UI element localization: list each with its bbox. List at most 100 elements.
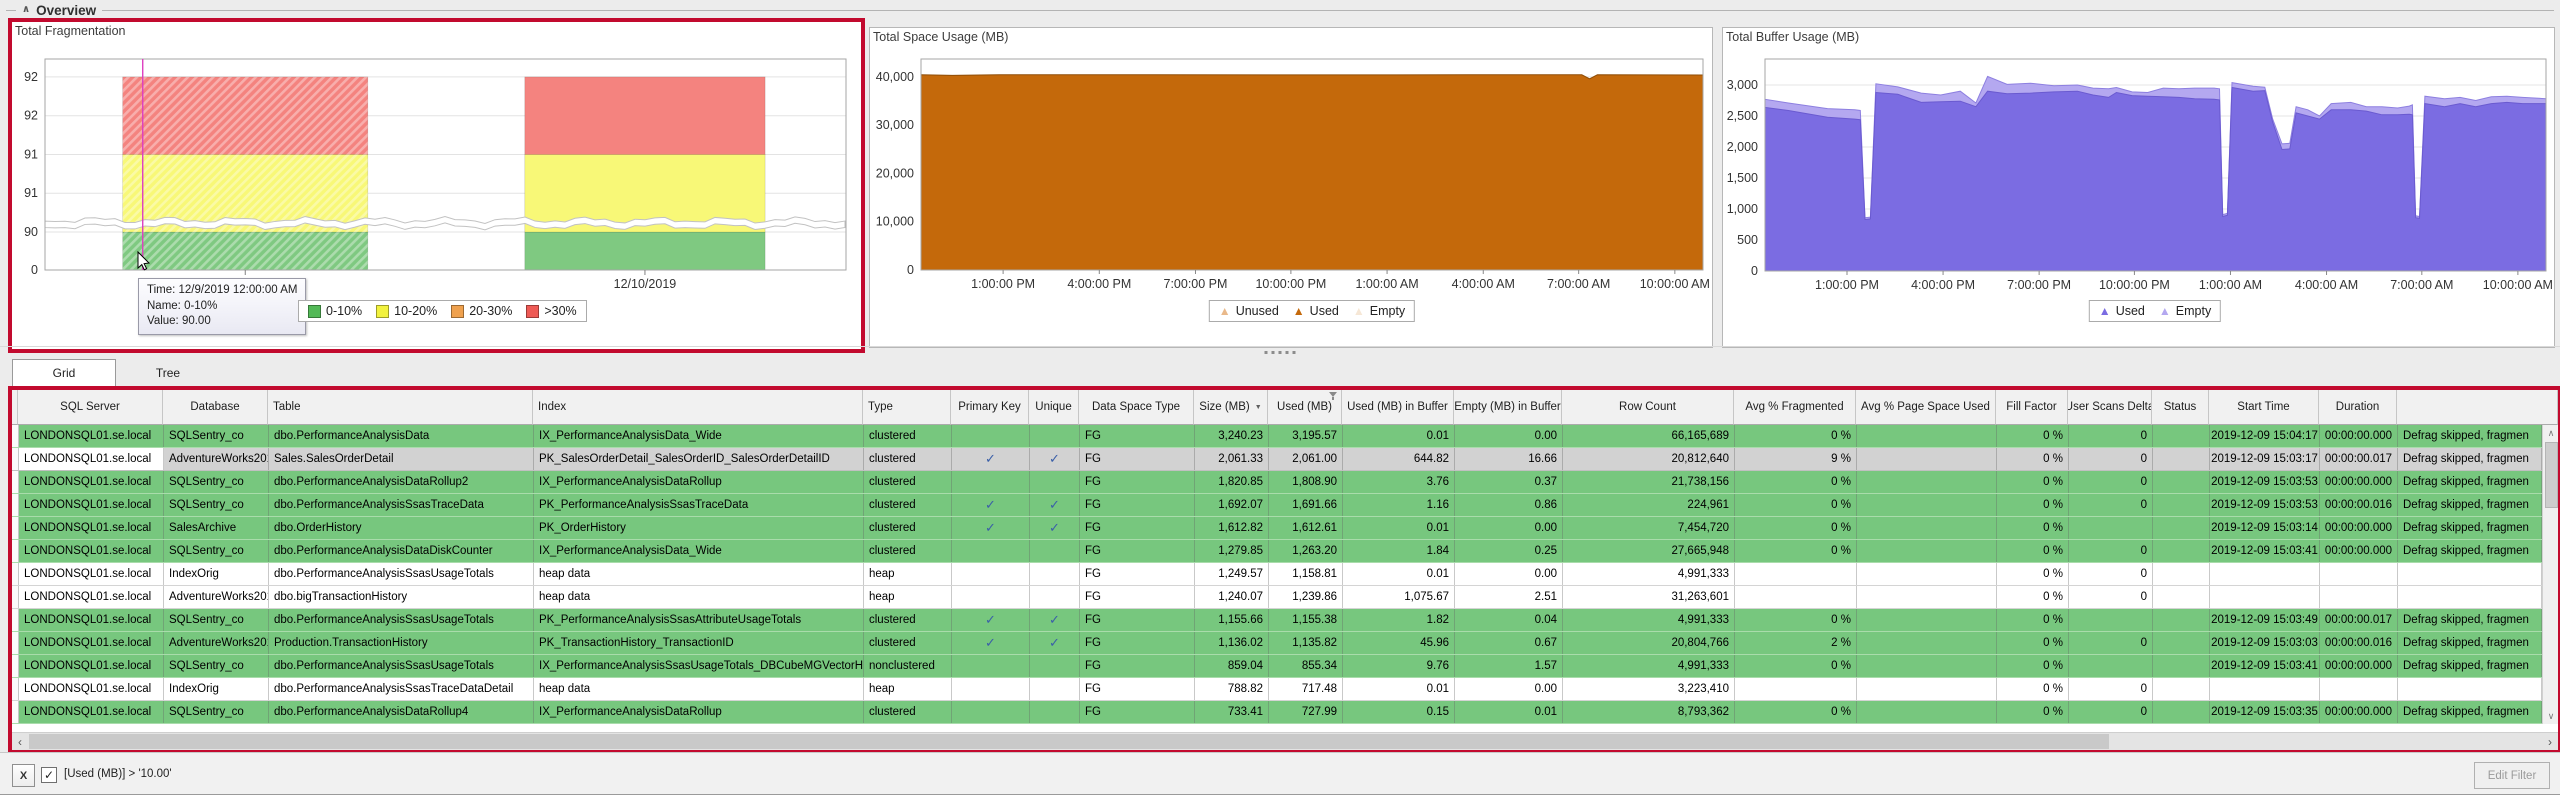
cell-type: clustered bbox=[864, 540, 952, 562]
column-header-user_scans_delta[interactable]: User Scans Delta bbox=[2068, 390, 2152, 425]
cell-user_scans_delta: 0 bbox=[2069, 448, 2153, 470]
column-header-label: User Scans Delta bbox=[2068, 401, 2152, 413]
cell-sql_server: LONDONSQL01.se.local bbox=[19, 494, 164, 516]
legend-label: 20-30% bbox=[469, 304, 513, 318]
cell-data_space_type: FG bbox=[1080, 494, 1195, 516]
cell-index: IX_PerformanceAnalysisData_Wide bbox=[534, 425, 864, 447]
table-row[interactable]: LONDONSQL01.se.local SQLSentry_co dbo.Perf… bbox=[12, 425, 2542, 448]
column-header-label: Primary Key bbox=[958, 401, 1021, 413]
table-row[interactable]: LONDONSQL01.se.local AdventureWorks2014 Sa… bbox=[12, 448, 2542, 471]
cell-duration: 00:00:00.000 bbox=[2320, 517, 2398, 539]
column-header-label: Empty (MB) in Buffer bbox=[1454, 401, 1561, 413]
table-row[interactable]: LONDONSQL01.se.local SQLSentry_co dbo.Perf… bbox=[12, 540, 2542, 563]
buffer-usage-chart[interactable]: 0 500 1,000 1,500 2,000 2,500 3,000 1:00:00 PM 4… bbox=[1723, 28, 2554, 345]
space-usage-chart[interactable]: 0 10,000 20,000 30,000 40,000 1:00:00 PM 4:00:… bbox=[870, 28, 1712, 345]
column-header-fill_factor[interactable]: Fill Factor bbox=[1996, 390, 2068, 425]
cell-data_space_type: FG bbox=[1080, 655, 1195, 677]
grid-body: LONDONSQL01.se.local SQLSentry_co dbo.Perf… bbox=[12, 425, 2542, 724]
scroll-left-icon[interactable]: ‹ bbox=[12, 733, 28, 750]
space-usage-legend: ▲ Unused ▲ Used ▲ Empty bbox=[1208, 300, 1416, 322]
cell-avg_pct_page_space bbox=[1857, 655, 1997, 677]
column-header-row_count[interactable]: Row Count bbox=[1562, 390, 1734, 425]
cell-database: SQLSentry_co bbox=[164, 609, 269, 631]
table-row[interactable]: LONDONSQL01.se.local SQLSentry_co dbo.Perf… bbox=[12, 701, 2542, 724]
filter-enabled-checkbox[interactable]: ✓ bbox=[41, 767, 57, 783]
cell-message: Defrag skipped, fragmen bbox=[2398, 701, 2542, 723]
scroll-up-icon[interactable]: ∧ bbox=[2543, 425, 2559, 441]
cell-database: SalesArchive bbox=[164, 517, 269, 539]
column-header-table[interactable]: Table bbox=[268, 390, 533, 425]
table-row[interactable]: LONDONSQL01.se.local SalesArchive dbo.Orde… bbox=[12, 517, 2542, 540]
cell-message bbox=[2398, 678, 2542, 700]
column-header-data_space_type[interactable]: Data Space Type bbox=[1079, 390, 1194, 425]
cell-user_scans_delta bbox=[2069, 517, 2153, 539]
column-header-start_time[interactable]: Start Time bbox=[2209, 390, 2319, 425]
tab-tree[interactable]: Tree bbox=[116, 359, 220, 386]
edit-filter-button[interactable]: Edit Filter bbox=[2474, 762, 2550, 789]
cell-avg_pct_page_space bbox=[1857, 471, 1997, 493]
cell-used_mb_in_buffer: 644.82 bbox=[1343, 448, 1455, 470]
cell-fill_factor: 0 % bbox=[1997, 425, 2069, 447]
horizontal-scrollbar[interactable]: ‹ › bbox=[12, 732, 2558, 750]
column-header-used_mb_in_buffer[interactable]: Used (MB) in Buffer bbox=[1342, 390, 1454, 425]
cell-type: heap bbox=[864, 678, 952, 700]
column-header-database[interactable]: Database bbox=[163, 390, 268, 425]
table-row[interactable]: LONDONSQL01.se.local SQLSentry_co dbo.Perf… bbox=[12, 471, 2542, 494]
cell-index: PK_OrderHistory bbox=[534, 517, 864, 539]
filter-funnel-icon[interactable] bbox=[1329, 392, 1338, 400]
cell-size_mb: 1,692.07 bbox=[1195, 494, 1269, 516]
cell-table: dbo.PerformanceAnalysisSsasTraceDataDeta… bbox=[269, 678, 534, 700]
scroll-down-icon[interactable]: ∨ bbox=[2543, 708, 2559, 724]
column-header-empty_mb_in_buffer[interactable]: Empty (MB) in Buffer bbox=[1454, 390, 1562, 425]
cell-row_count: 20,804,766 bbox=[1563, 632, 1735, 654]
column-header-unique[interactable]: Unique bbox=[1029, 390, 1079, 425]
column-header-avg_pct_page_space[interactable]: Avg % Page Space Used bbox=[1856, 390, 1996, 425]
column-header-used_mb[interactable]: Used (MB) bbox=[1268, 390, 1342, 425]
cell-primary_key bbox=[952, 701, 1030, 723]
column-header-label: Size (MB) bbox=[1199, 401, 1250, 413]
cell-fill_factor: 0 % bbox=[1997, 632, 2069, 654]
column-header-duration[interactable]: Duration bbox=[2319, 390, 2397, 425]
column-header-type[interactable]: Type bbox=[863, 390, 951, 425]
column-header-sql_server[interactable]: SQL Server bbox=[18, 390, 163, 425]
legend-item: ▲ Empty bbox=[2159, 304, 2211, 318]
cell-database: AdventureWorks2014 bbox=[164, 448, 269, 470]
cell-used_mb_in_buffer: 9.76 bbox=[1343, 655, 1455, 677]
scroll-right-icon[interactable]: › bbox=[2542, 733, 2558, 750]
legend-item: >30% bbox=[526, 304, 577, 318]
filter-expression[interactable]: [Used (MB)] > '10.00' bbox=[64, 768, 172, 780]
column-header-label: Data Space Type bbox=[1091, 401, 1180, 413]
table-row[interactable]: LONDONSQL01.se.local AdventureWorks2014 Pr… bbox=[12, 632, 2542, 655]
vertical-scrollbar[interactable]: ∧ ∨ bbox=[2542, 425, 2558, 724]
column-header-message[interactable] bbox=[2397, 390, 2558, 425]
collapse-chevron-icon[interactable]: ∧ bbox=[22, 5, 30, 15]
cell-table: Production.TransactionHistory bbox=[269, 632, 534, 654]
cell-sql_server: LONDONSQL01.se.local bbox=[19, 448, 164, 470]
table-row[interactable]: LONDONSQL01.se.local SQLSentry_co dbo.Perf… bbox=[12, 494, 2542, 517]
cell-index: PK_TransactionHistory_TransactionID bbox=[534, 632, 864, 654]
cell-database: SQLSentry_co bbox=[164, 655, 269, 677]
column-header-size_mb[interactable]: Size (MB) ▼ bbox=[1194, 390, 1268, 425]
row-indicator bbox=[12, 425, 19, 447]
table-row[interactable]: LONDONSQL01.se.local IndexOrig dbo.Perform… bbox=[12, 563, 2542, 586]
cell-data_space_type: FG bbox=[1080, 471, 1195, 493]
cell-primary_key: ✓ bbox=[952, 494, 1030, 516]
horizontal-splitter[interactable] bbox=[0, 346, 2560, 358]
cell-status bbox=[2153, 586, 2210, 608]
column-header-status[interactable]: Status bbox=[2152, 390, 2209, 425]
column-header-index[interactable]: Index bbox=[533, 390, 863, 425]
splitter-grip-icon[interactable] bbox=[1264, 351, 1296, 354]
cell-used_mb_in_buffer: 45.96 bbox=[1343, 632, 1455, 654]
vertical-scroll-thumb[interactable] bbox=[2545, 442, 2558, 508]
filter-close-button[interactable]: X bbox=[12, 764, 35, 787]
table-row[interactable]: LONDONSQL01.se.local SQLSentry_co dbo.Perf… bbox=[12, 655, 2542, 678]
column-header-primary_key[interactable]: Primary Key bbox=[951, 390, 1029, 425]
horizontal-scroll-thumb[interactable] bbox=[29, 734, 2109, 749]
table-row[interactable]: LONDONSQL01.se.local IndexOrig dbo.Perform… bbox=[12, 678, 2542, 701]
cell-index: PK_SalesOrderDetail_SalesOrderID_SalesOr… bbox=[534, 448, 864, 470]
cell-index: IX_PerformanceAnalysisDataRollup bbox=[534, 701, 864, 723]
table-row[interactable]: LONDONSQL01.se.local AdventureWorks2014 db… bbox=[12, 586, 2542, 609]
column-header-avg_pct_fragmented[interactable]: Avg % Fragmented bbox=[1734, 390, 1856, 425]
table-row[interactable]: LONDONSQL01.se.local SQLSentry_co dbo.Perf… bbox=[12, 609, 2542, 632]
tab-grid[interactable]: Grid bbox=[12, 359, 116, 386]
